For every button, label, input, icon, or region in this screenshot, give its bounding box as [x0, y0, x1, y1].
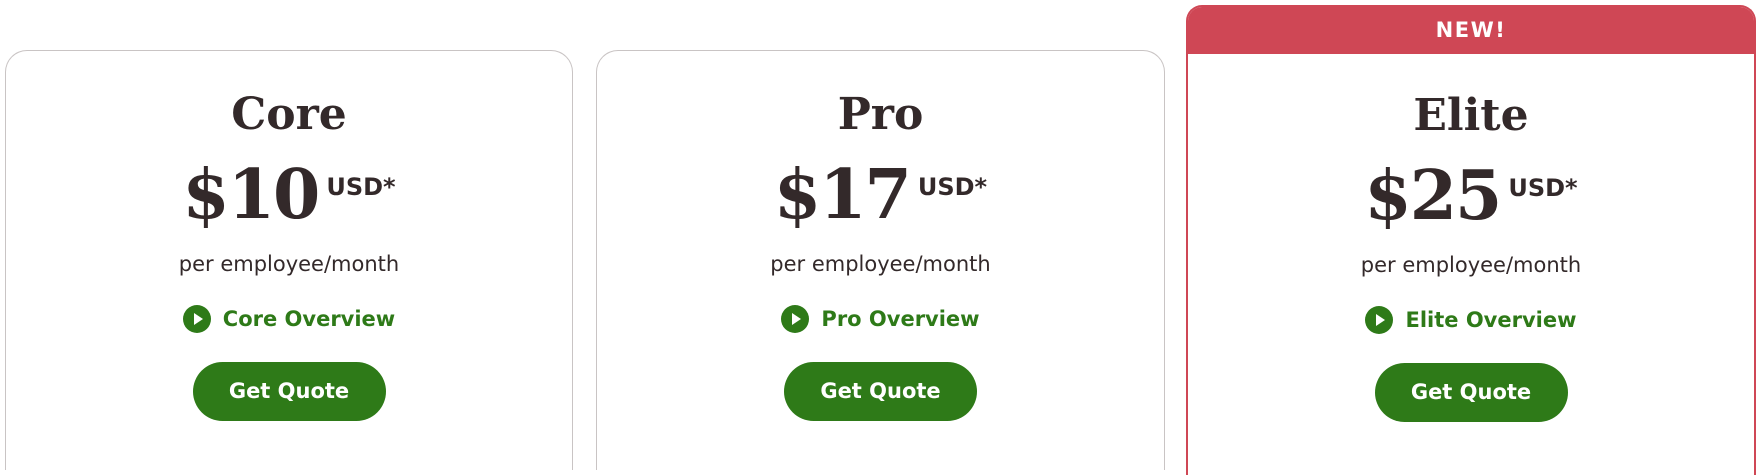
cta-wrap: Get Quote: [1188, 363, 1754, 422]
play-circle-icon: [182, 305, 211, 333]
plan-card-content: Elite $25 USD* per employee/month Elite …: [1188, 88, 1754, 422]
plan-card-content: Core $10 USD* per employee/month Core Ov…: [6, 87, 572, 421]
plan-card-pro: Pro $17 USD* per employee/month Pro Over…: [596, 50, 1165, 470]
get-quote-button-elite[interactable]: Get Quote: [1374, 363, 1568, 422]
price-row: $10 USD*: [6, 155, 572, 235]
price-currency: USD*: [1508, 174, 1578, 202]
overview-label: Elite Overview: [1405, 308, 1577, 332]
price-amount: $17: [773, 155, 912, 235]
overview-label: Pro Overview: [821, 307, 980, 331]
play-circle-icon: [781, 305, 810, 333]
play-circle-icon: [1365, 306, 1394, 334]
price-unit: per employee/month: [1360, 253, 1582, 277]
price-currency: USD*: [917, 173, 988, 201]
price-row: $25 USD*: [1188, 156, 1754, 236]
plan-card-elite: NEW! Elite $25 USD* per employee/month E…: [1186, 5, 1756, 475]
plan-card-content: Pro $17 USD* per employee/month Pro Over…: [597, 87, 1164, 421]
overview-label: Core Overview: [222, 307, 396, 331]
plan-name: Core: [231, 89, 347, 140]
cta-wrap: Get Quote: [597, 362, 1164, 421]
price-row: $17 USD*: [597, 155, 1164, 235]
elite-overview-link[interactable]: Elite Overview: [1365, 306, 1577, 334]
get-quote-button-pro[interactable]: Get Quote: [784, 362, 977, 421]
price-amount: $25: [1364, 156, 1502, 236]
pro-overview-link[interactable]: Pro Overview: [781, 305, 980, 333]
price-currency: USD*: [326, 173, 396, 201]
plan-name: Elite: [1413, 90, 1529, 141]
plan-name: Pro: [837, 89, 924, 140]
plan-card-core: Core $10 USD* per employee/month Core Ov…: [5, 50, 573, 470]
price-amount: $10: [182, 155, 320, 235]
new-badge: NEW!: [1188, 7, 1754, 54]
price-unit: per employee/month: [770, 252, 991, 276]
cta-wrap: Get Quote: [6, 362, 572, 421]
price-unit: per employee/month: [178, 252, 400, 276]
core-overview-link[interactable]: Core Overview: [182, 305, 396, 333]
get-quote-button-core[interactable]: Get Quote: [192, 362, 386, 421]
